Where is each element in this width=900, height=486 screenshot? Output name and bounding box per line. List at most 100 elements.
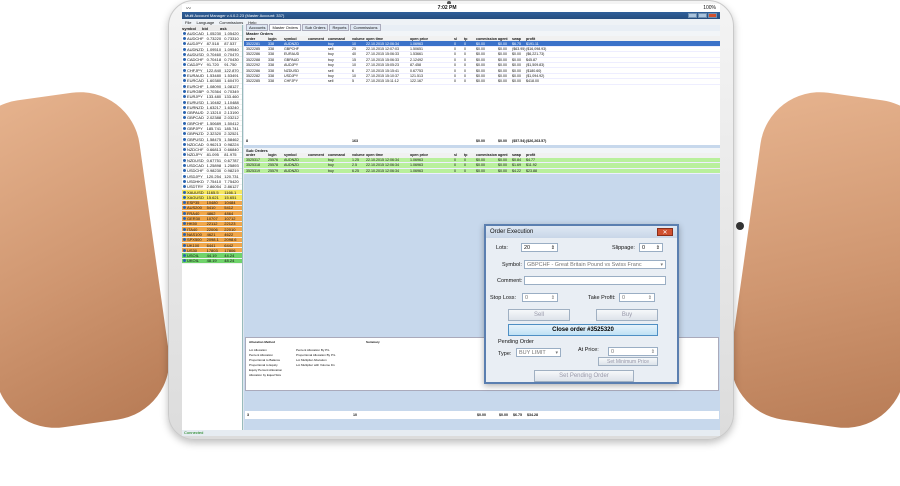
bid-cell: 2.13210 [206, 110, 222, 116]
table-cell: 1.53661 [410, 52, 423, 57]
symbol-cell: EURJPY [186, 94, 203, 100]
column-header: open price [410, 153, 429, 158]
symbol-cell: NAS100 [186, 231, 202, 237]
alloc-option[interactable]: Equity Percent Allocation [249, 368, 282, 372]
table-cell: 0 [464, 163, 466, 168]
status-dot-icon [183, 84, 186, 88]
status-time: 7:02 PM [437, 5, 457, 11]
buy-button[interactable]: Buy [596, 309, 658, 321]
table-cell: $0.00 [476, 63, 485, 68]
table-cell: buy [328, 168, 334, 173]
ask-cell: 91.750 [224, 62, 237, 68]
close-icon[interactable]: ✕ [657, 228, 673, 236]
table-cell: 3522281 [246, 41, 260, 46]
menu-commissions[interactable]: Commissions [219, 20, 243, 25]
table-cell: 338 [268, 68, 274, 73]
chevron-down-icon[interactable]: ▾ [555, 349, 558, 357]
alloc-option[interactable]: Allocation by Equal Size [249, 373, 281, 377]
ask-cell: 48.24 [224, 258, 235, 264]
stop-loss-input[interactable]: 0 ⇕ [522, 293, 558, 302]
column-header: symbol [284, 36, 297, 41]
spinner-icon[interactable]: ⇕ [651, 348, 655, 356]
bid-cell: 15.621 [206, 194, 219, 200]
tab-sub-orders[interactable]: Sub Orders [302, 24, 329, 31]
tab-master-orders[interactable]: Master Orders [269, 24, 302, 31]
status-dot-icon [183, 116, 186, 120]
type-select[interactable]: BUY LIMIT ▾ [516, 348, 561, 357]
maximize-button[interactable] [698, 13, 707, 18]
spinner-icon[interactable]: ⇕ [551, 244, 555, 252]
table-cell: 6 [352, 68, 354, 73]
alloc-option[interactable]: Lot Allocation [249, 348, 267, 352]
bid-cell: 2098.1 [206, 237, 219, 243]
status-dot-icon [183, 222, 186, 226]
column-header: commission [476, 153, 497, 158]
bid-cell: 0.70460 [206, 51, 222, 57]
table-cell: CHFJPY [284, 79, 298, 84]
table-cell: 0 [454, 168, 456, 173]
slippage-input[interactable]: 0 ⇕ [639, 243, 663, 252]
status-dot-icon [183, 126, 186, 130]
lots-input[interactable]: 20 ⇕ [521, 243, 558, 252]
total-cell: $0.00 [476, 138, 485, 143]
chevron-down-icon[interactable]: ▾ [660, 261, 663, 269]
summary-label: Summary [366, 340, 380, 344]
table-cell: $1.69 [512, 163, 521, 168]
spinner-icon[interactable]: ⇕ [648, 294, 652, 302]
table-cell: ($6,221.73) [526, 52, 545, 57]
tab-accounts[interactable]: Accounts [246, 24, 269, 31]
set-pending-order-button[interactable]: Set Pending Order [534, 370, 634, 382]
symbol-cell: CADJPY [186, 62, 203, 68]
alloc-option[interactable]: Proportional Allocation By P/L [296, 353, 336, 357]
table-cell: 3522285 [246, 46, 260, 51]
status-dot-icon [183, 132, 186, 136]
symbol-cell: SPX500 [186, 237, 202, 243]
stop-loss-label: Stop Loss: [490, 295, 516, 301]
table-cell: 0 [464, 57, 466, 62]
home-button[interactable] [736, 222, 744, 230]
spinner-icon[interactable]: ⇕ [656, 244, 660, 252]
ask-cell: 1.50412 [224, 120, 239, 126]
column-header: command [328, 153, 345, 158]
sell-button[interactable]: Sell [508, 309, 570, 321]
bid-cell: 4621 [206, 231, 216, 237]
table-cell: 3525317 [246, 158, 260, 163]
column-header: symbol [284, 153, 297, 158]
close-window-button[interactable] [708, 13, 717, 18]
alloc-option[interactable]: Percent Allocation [249, 353, 273, 357]
bid-cell: 1.25898 [206, 163, 222, 169]
table-row[interactable]: 3525319 25579 AUDNZD buy 6.25 22.10.2015 12:0… [244, 168, 720, 175]
bid-cell: 1.53480 [206, 73, 222, 79]
alloc-option[interactable]: Lot Multiplier Allocation [296, 358, 327, 362]
alloc-option[interactable]: Percent Allocation By P/L [296, 348, 330, 352]
table-cell: 0 [454, 46, 456, 51]
minimize-button[interactable] [688, 13, 697, 18]
column-header: login [268, 153, 277, 158]
status-dot-icon [183, 74, 186, 78]
at-price-input[interactable]: 0 ⇕ [608, 347, 658, 356]
menu-file[interactable]: File [185, 20, 191, 25]
table-cell: buy [328, 52, 334, 57]
menu-language[interactable]: Language [196, 20, 214, 25]
table-cell: 3522286 [246, 68, 260, 73]
status-dot-icon [183, 217, 186, 221]
comment-input[interactable] [524, 276, 666, 285]
tab-commissions[interactable]: Commissions [350, 24, 381, 31]
alloc-option[interactable]: Proportional to Balance [249, 358, 280, 362]
alloc-option[interactable]: Proportional to Equity [249, 363, 278, 367]
status-dot-icon [183, 36, 186, 40]
spinner-icon[interactable]: ⇕ [551, 294, 555, 302]
alloc-option[interactable]: Lot Multiplier with Volume Fix [296, 363, 335, 367]
status-dot-icon [183, 248, 186, 252]
type-label: Type: [498, 351, 512, 357]
table-cell: $0.00 [512, 79, 521, 84]
set-minimum-price-button[interactable]: Set Minimum Price [598, 357, 658, 366]
take-profit-input[interactable]: 0 ⇕ [619, 293, 655, 302]
table-cell: $0.00 [476, 158, 485, 163]
symbol-row[interactable]: UKOIL 48.19 48.24 [182, 258, 242, 265]
close-order-button[interactable]: Close order #3525320 [508, 324, 658, 336]
ask-cell: 1.05420 [224, 30, 239, 36]
symbol-cell: USDTRY [186, 184, 204, 190]
tab-reports[interactable]: Reports [329, 24, 350, 31]
symbol-select[interactable]: GBPCHF - Great Britain Pound vs Swiss Fr… [524, 260, 666, 269]
